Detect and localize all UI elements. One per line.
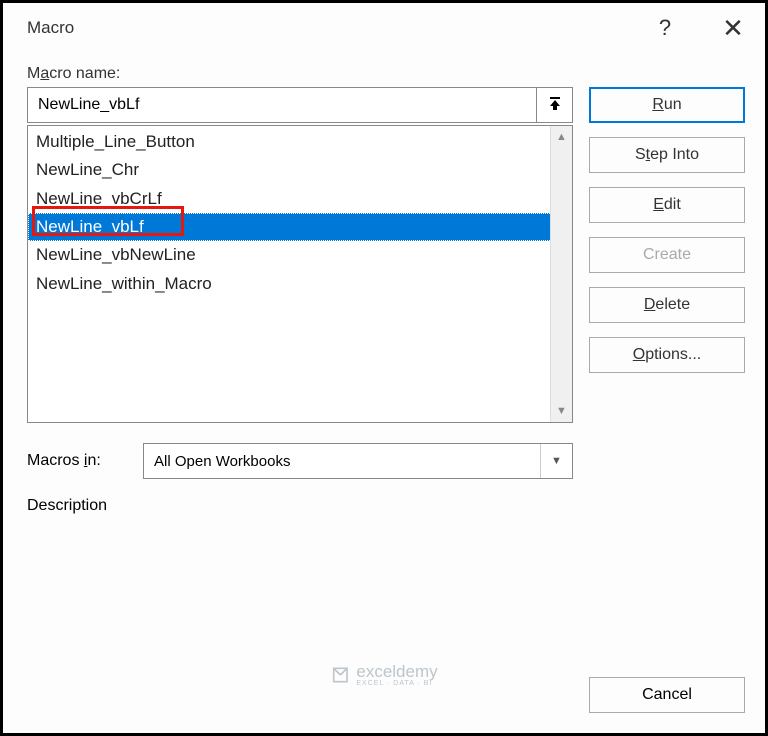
- edit-button[interactable]: Edit: [589, 187, 745, 223]
- name-input-row: [27, 87, 573, 123]
- close-button[interactable]: ✕: [717, 13, 749, 44]
- help-button[interactable]: ?: [649, 15, 681, 41]
- description-label: Description: [27, 497, 745, 515]
- run-button[interactable]: Run: [589, 87, 745, 123]
- macros-in-row: Macros in: All Open Workbooks ▼: [27, 443, 745, 479]
- cancel-button[interactable]: Cancel: [589, 677, 745, 713]
- options-button[interactable]: Options...: [589, 337, 745, 373]
- delete-button[interactable]: Delete: [589, 287, 745, 323]
- list-item-selected[interactable]: NewLine_vbLf: [28, 213, 572, 241]
- list-item[interactable]: Multiple_Line_Button: [28, 128, 572, 156]
- macros-in-dropdown[interactable]: All Open Workbooks ▼: [143, 443, 573, 479]
- scroll-up-icon[interactable]: ▲: [551, 126, 572, 148]
- list-item[interactable]: NewLine_vbNewLine: [28, 241, 572, 269]
- list-item[interactable]: NewLine_within_Macro: [28, 270, 572, 298]
- button-column: Run Step Into Edit Create Delete Options…: [589, 87, 745, 373]
- dialog-title: Macro: [27, 18, 74, 38]
- cancel-row: Cancel: [589, 677, 745, 713]
- list-item[interactable]: NewLine_vbCrLf: [28, 185, 572, 213]
- watermark-icon: [330, 665, 350, 685]
- dropdown-value: All Open Workbooks: [154, 453, 290, 470]
- dialog-content: Macro name: Multiple_Line_Button: [3, 53, 765, 535]
- scrollbar[interactable]: ▲ ▼: [550, 126, 572, 422]
- list-item[interactable]: NewLine_Chr: [28, 156, 572, 184]
- list-inner: Multiple_Line_Button NewLine_Chr NewLine…: [28, 126, 572, 300]
- assign-button[interactable]: [537, 87, 573, 123]
- chevron-down-icon: ▼: [540, 444, 572, 478]
- macro-name-input[interactable]: [27, 87, 537, 123]
- left-column: Multiple_Line_Button NewLine_Chr NewLine…: [27, 87, 573, 423]
- macro-listbox[interactable]: Multiple_Line_Button NewLine_Chr NewLine…: [27, 125, 573, 423]
- titlebar-buttons: ? ✕: [649, 13, 749, 44]
- macro-dialog: Macro ? ✕ Macro name:: [3, 3, 765, 733]
- scroll-down-icon[interactable]: ▼: [551, 400, 572, 422]
- titlebar: Macro ? ✕: [3, 3, 765, 53]
- create-button: Create: [589, 237, 745, 273]
- main-row: Multiple_Line_Button NewLine_Chr NewLine…: [27, 87, 745, 423]
- step-into-button[interactable]: Step Into: [589, 137, 745, 173]
- watermark: exceldemy EXCEL · DATA · BI: [330, 662, 437, 687]
- macros-in-label: Macros in:: [27, 452, 127, 470]
- arrow-up-icon: [547, 97, 563, 113]
- watermark-text: exceldemy: [356, 662, 437, 681]
- watermark-tagline: EXCEL · DATA · BI: [356, 680, 437, 687]
- macro-name-label: Macro name:: [27, 65, 745, 83]
